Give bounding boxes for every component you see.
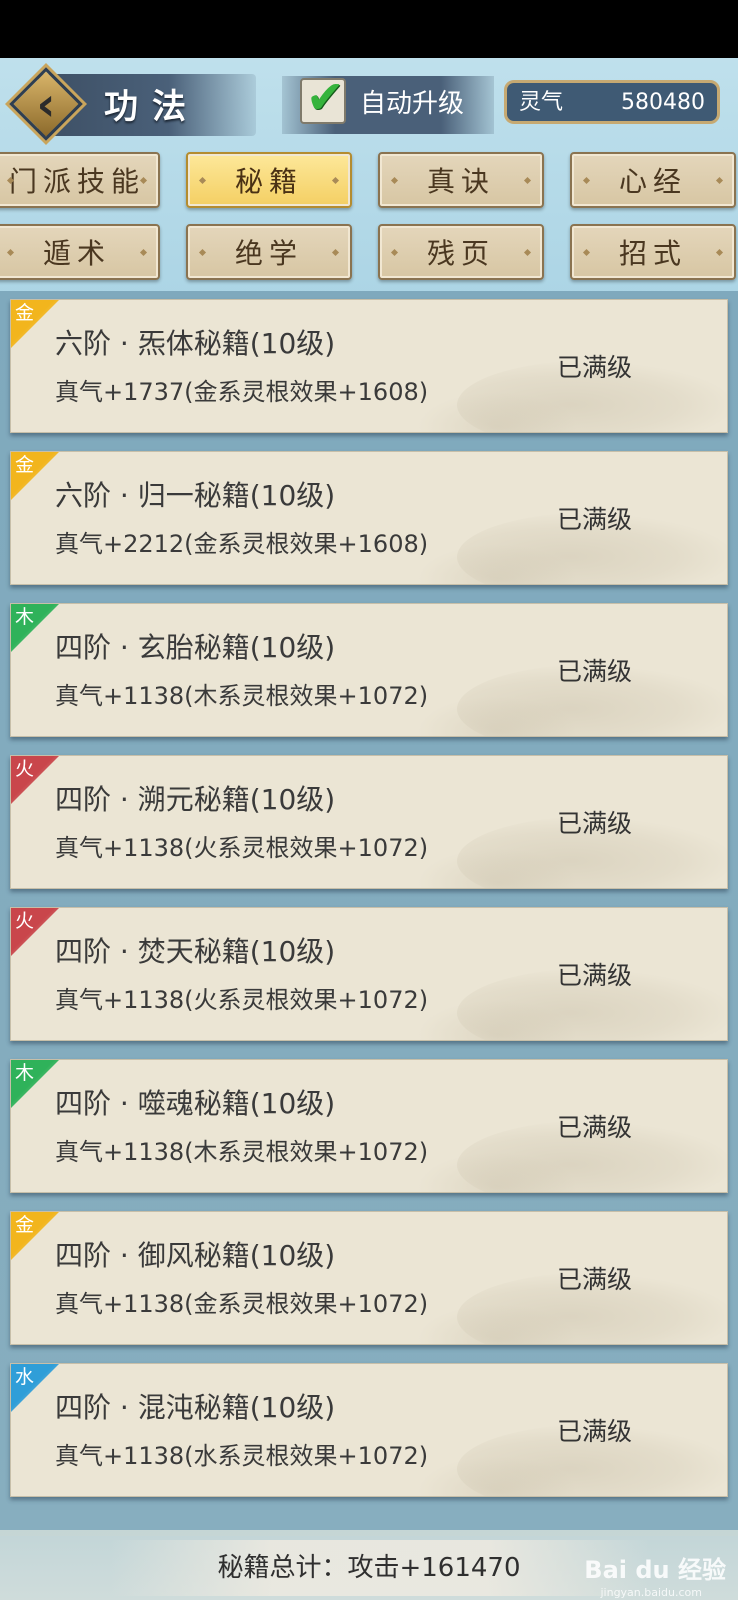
- resource-value: 580480: [621, 90, 705, 115]
- list-item[interactable]: 木 四阶 · 噬魂秘籍(10级) 真气+1138(木系灵根效果+1072) 已满…: [10, 1059, 728, 1193]
- item-status: 已满级: [557, 1265, 633, 1294]
- tab-ornament: [582, 248, 591, 257]
- tab-secret-books[interactable]: 秘籍: [186, 152, 352, 208]
- footer: 秘籍总计：攻击+161470 Bai du 经验 jingyan.baidu.c…: [0, 1536, 738, 1600]
- auto-upgrade-label: 自动升级: [360, 89, 465, 119]
- tab-label: 真诀: [426, 165, 495, 198]
- element-label: 金: [15, 454, 35, 476]
- item-title: 四阶 · 噬魂秘籍(10级): [55, 1087, 336, 1120]
- tab-ornament: [198, 176, 207, 185]
- item-status: 已满级: [557, 961, 633, 990]
- list-item[interactable]: 金 六阶 · 归一秘籍(10级) 真气+2212(金系灵根效果+1608) 已满…: [10, 451, 728, 585]
- tab-label: 门派技能: [8, 165, 145, 198]
- list-item[interactable]: 金 四阶 · 御风秘籍(10级) 真气+1138(金系灵根效果+1072) 已满…: [10, 1211, 728, 1345]
- element-label: 火: [15, 758, 35, 780]
- list-item[interactable]: 金 六阶 · 炁体秘籍(10级) 真气+1737(金系灵根效果+1608) 已满…: [10, 299, 728, 433]
- resource-label: 灵气: [519, 90, 564, 115]
- resource-counter: 灵气 580480: [504, 80, 720, 124]
- watermark-logo: Bai du 经验: [584, 1556, 726, 1584]
- tab-ornament: [582, 176, 591, 185]
- item-stat: 真气+1138(火系灵根效果+1072): [55, 834, 429, 862]
- status-bar: [0, 0, 738, 58]
- element-label: 水: [15, 1366, 35, 1388]
- element-label: 木: [15, 606, 35, 628]
- tab-ornament: [198, 248, 207, 257]
- item-title: 四阶 · 御风秘籍(10级): [55, 1239, 336, 1272]
- item-stat: 真气+1138(火系灵根效果+1072): [55, 986, 429, 1014]
- chevron-left-icon: ‹: [36, 77, 56, 131]
- item-title: 四阶 · 玄胎秘籍(10级): [55, 631, 336, 664]
- tab-fragments[interactable]: 残页: [378, 224, 544, 280]
- tab-escape-arts[interactable]: 遁术: [0, 224, 160, 280]
- item-stat: 真气+1138(水系灵根效果+1072): [55, 1442, 429, 1470]
- tab-sect-skills[interactable]: 门派技能: [0, 152, 160, 208]
- tab-true-formula[interactable]: 真诀: [378, 152, 544, 208]
- auto-upgrade-checkbox[interactable]: ✔: [300, 72, 346, 124]
- tab-label: 残页: [426, 237, 495, 270]
- tab-ornament: [331, 248, 340, 257]
- tab-ornament: [331, 176, 340, 185]
- item-stat: 真气+1737(金系灵根效果+1608): [55, 378, 429, 406]
- tab-label: 秘籍: [234, 165, 303, 198]
- item-stat: 真气+2212(金系灵根效果+1608): [55, 530, 429, 558]
- item-title: 六阶 · 归一秘籍(10级): [55, 479, 336, 512]
- page-title: 功法: [104, 87, 200, 127]
- item-stat: 真气+1138(木系灵根效果+1072): [55, 682, 429, 710]
- tab-ornament: [715, 176, 724, 185]
- checkmark-icon: ✔: [306, 70, 345, 124]
- app-screen: ‹ 功法 ✔ 自动升级 灵气 580480 门派技能 秘籍 真诀 心经 遁术 绝…: [0, 58, 738, 1600]
- item-stat: 真气+1138(木系灵根效果+1072): [55, 1138, 429, 1166]
- back-button[interactable]: ‹: [8, 66, 84, 142]
- item-status: 已满级: [557, 353, 633, 382]
- element-label: 金: [15, 1214, 35, 1236]
- item-status: 已满级: [557, 657, 633, 686]
- tab-ultimate-arts[interactable]: 绝学: [186, 224, 352, 280]
- tab-heart-sutra[interactable]: 心经: [570, 152, 736, 208]
- item-status: 已满级: [557, 809, 633, 838]
- item-status: 已满级: [557, 505, 633, 534]
- item-title: 四阶 · 焚天秘籍(10级): [55, 935, 336, 968]
- element-label: 火: [15, 910, 35, 932]
- element-label: 金: [15, 302, 35, 324]
- item-stat: 真气+1138(金系灵根效果+1072): [55, 1290, 429, 1318]
- tab-ornament: [523, 176, 532, 185]
- tab-ornament: [390, 248, 399, 257]
- item-title: 四阶 · 溯元秘籍(10级): [55, 783, 336, 816]
- tab-ornament: [715, 248, 724, 257]
- header: ‹ 功法 ✔ 自动升级 灵气 580480: [0, 58, 738, 144]
- element-label: 木: [15, 1062, 35, 1084]
- tab-label: 遁术: [42, 237, 111, 270]
- tab-ornament: [523, 248, 532, 257]
- item-title: 六阶 · 炁体秘籍(10级): [55, 327, 336, 360]
- watermark-url: jingyan.baidu.com: [600, 1586, 702, 1599]
- list-item[interactable]: 水 四阶 · 混沌秘籍(10级) 真气+1138(水系灵根效果+1072) 已满…: [10, 1363, 728, 1497]
- list-item[interactable]: 火 四阶 · 溯元秘籍(10级) 真气+1138(火系灵根效果+1072) 已满…: [10, 755, 728, 889]
- tab-ornament: [390, 176, 399, 185]
- secret-book-list[interactable]: 金 六阶 · 炁体秘籍(10级) 真气+1737(金系灵根效果+1608) 已满…: [0, 291, 738, 1530]
- list-item[interactable]: 火 四阶 · 焚天秘籍(10级) 真气+1138(火系灵根效果+1072) 已满…: [10, 907, 728, 1041]
- item-status: 已满级: [557, 1417, 633, 1446]
- list-item[interactable]: 木 四阶 · 玄胎秘籍(10级) 真气+1138(木系灵根效果+1072) 已满…: [10, 603, 728, 737]
- tab-label: 招式: [618, 237, 687, 270]
- item-status: 已满级: [557, 1113, 633, 1142]
- tab-moves[interactable]: 招式: [570, 224, 736, 280]
- tab-label: 心经: [618, 165, 687, 198]
- tab-ornament: [6, 248, 15, 257]
- tab-ornament: [139, 248, 148, 257]
- tab-label: 绝学: [234, 237, 303, 270]
- item-title: 四阶 · 混沌秘籍(10级): [55, 1391, 336, 1424]
